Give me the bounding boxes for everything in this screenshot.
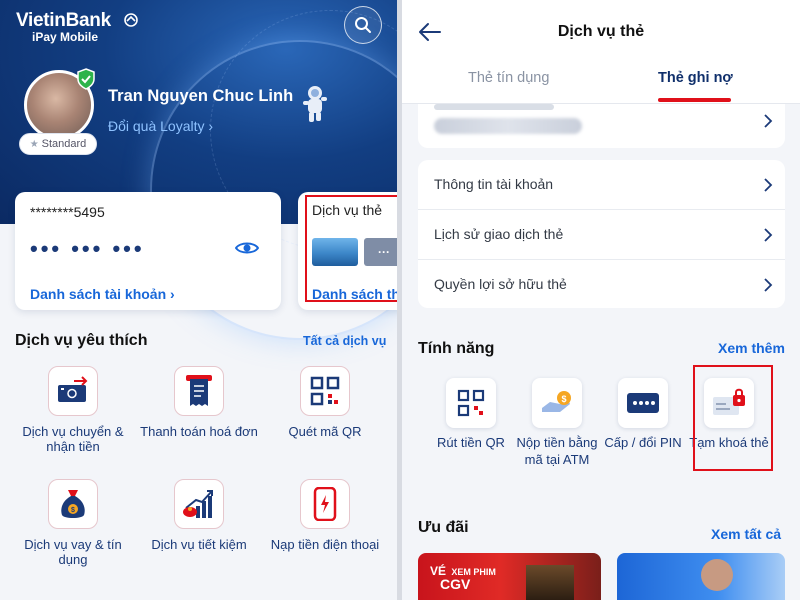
home-hero-banner: VietinBank iPay Mobile ★ Standard Tran N…: [0, 0, 397, 340]
menu-item-label: Thông tin tài khoản: [434, 176, 554, 192]
features-more-link[interactable]: Xem thêm: [718, 340, 785, 356]
all-services-link[interactable]: Tất cả dịch vụ: [303, 334, 386, 348]
chevron-right-icon: [764, 178, 773, 192]
feature-pin[interactable]: Cấp / đổi PIN: [600, 378, 686, 451]
card-service-screen: Dịch vụ thẻ Thẻ tín dụng Thẻ ghi nợ Thôn…: [402, 0, 800, 600]
transfer-money-icon: [48, 366, 98, 416]
brand-logo: VietinBank iPay Mobile: [16, 10, 138, 44]
feature-qr-withdraw[interactable]: Rút tiền QR: [428, 378, 514, 451]
favorites-title: Dịch vụ yêu thích: [15, 332, 148, 349]
promo-cgv-text: VÉ XEM PHIM CGV: [430, 565, 496, 591]
menu-item-label: Quyền lợi sở hữu thẻ: [434, 276, 567, 292]
favorite-item-topup[interactable]: Nạp tiền điện thoại: [260, 479, 390, 552]
qr-scan-icon: [300, 366, 350, 416]
tier-badge-label: Standard: [41, 138, 87, 150]
account-list-link[interactable]: Danh sách tài khoản ›: [30, 286, 175, 302]
verified-shield-icon: [77, 68, 95, 90]
favorite-item-label: Dịch vụ chuyển & nhận tiền: [22, 424, 124, 454]
movie-poster-image: [526, 565, 574, 600]
chevron-right-icon: [764, 114, 773, 128]
highlight-box-card-service: [305, 195, 397, 302]
favorite-item-label: Quét mã QR: [288, 424, 362, 439]
loyalty-link[interactable]: Đổi quà Loyalty ›: [108, 118, 213, 134]
loan-bag-icon: $: [48, 479, 98, 529]
favorite-item-label: Nạp tiền điện thoại: [270, 537, 380, 552]
phone-topup-icon: [300, 479, 350, 529]
menu-item-transaction-history[interactable]: Lịch sử giao dịch thẻ: [418, 210, 785, 260]
account-card[interactable]: ********5495 ••• ••• ••• Danh sách tài k…: [15, 192, 281, 310]
offers-title: Ưu đãi: [418, 519, 469, 536]
tab-debit-card[interactable]: Thẻ ghi nợ: [658, 70, 733, 86]
qr-withdraw-icon: [446, 378, 496, 428]
menu-item-card-benefits[interactable]: Quyền lợi sở hữu thẻ: [418, 260, 785, 310]
feature-label: Rút tiền QR: [437, 435, 505, 450]
eye-icon[interactable]: [235, 240, 259, 256]
promo-cgv-brand: CGV: [440, 576, 471, 592]
tier-badge[interactable]: ★ Standard: [19, 133, 97, 155]
feature-label: Nộp tiền bằng mã tại ATM: [516, 435, 598, 467]
astronaut-icon: [303, 86, 327, 122]
top-app-bar: Dịch vụ thẻ Thẻ tín dụng Thẻ ghi nợ: [402, 0, 800, 104]
savings-growth-icon: [174, 479, 224, 529]
favorite-item-loan[interactable]: $ Dịch vụ vay & tín dụng: [8, 479, 138, 567]
search-button[interactable]: [344, 6, 382, 44]
chevron-right-icon: [764, 278, 773, 292]
brand-name: VietinBank: [16, 10, 111, 31]
offers-all-link[interactable]: Xem tất cả: [711, 526, 781, 542]
menu-item-account-info[interactable]: Thông tin tài khoản: [418, 160, 785, 210]
favorite-item-transfer[interactable]: Dịch vụ chuyển & nhận tiền: [8, 366, 138, 454]
favorite-item-savings[interactable]: Dịch vụ tiết kiệm: [134, 479, 264, 552]
features-title: Tính năng: [418, 340, 495, 357]
card-info-menu: Thông tin tài khoản Lịch sử giao dịch th…: [418, 160, 785, 308]
favorite-item-bill[interactable]: Thanh toán hoá đơn: [134, 366, 264, 439]
promo-person-image: [701, 559, 733, 591]
hidden-balance: ••• ••• •••: [30, 236, 145, 261]
favorite-item-label: Dịch vụ vay & tín dụng: [24, 537, 122, 567]
favorite-item-label: Dịch vụ tiết kiệm: [151, 537, 247, 552]
promo-banner-second[interactable]: [617, 553, 785, 600]
star-icon: ★: [29, 138, 39, 150]
pin-code-icon: [618, 378, 668, 428]
menu-item-label: Lịch sử giao dịch thẻ: [434, 226, 564, 242]
feature-atm-deposit[interactable]: $ Nộp tiền bằng mã tại ATM: [514, 378, 600, 468]
vietinbank-emblem-icon: [124, 13, 138, 27]
chevron-right-icon: [764, 228, 773, 242]
favorite-item-qr[interactable]: Quét mã QR: [260, 366, 390, 439]
active-tab-indicator: [658, 98, 731, 102]
account-number: ********5495: [30, 204, 105, 220]
home-screen: VietinBank iPay Mobile ★ Standard Tran N…: [0, 0, 397, 600]
bill-payment-icon: [174, 366, 224, 416]
tab-credit-card[interactable]: Thẻ tín dụng: [468, 70, 549, 86]
search-icon: [355, 17, 371, 33]
promo-banner-cgv[interactable]: VÉ XEM PHIM CGV: [418, 553, 601, 600]
blurred-card-number: [434, 118, 582, 134]
svg-text:$: $: [561, 394, 566, 404]
card-number-row[interactable]: [418, 104, 785, 148]
blurred-card-label: [434, 104, 554, 110]
feature-label: Cấp / đổi PIN: [604, 435, 682, 450]
brand-subtitle: iPay Mobile: [32, 30, 99, 44]
user-name: Tran Nguyen Chuc Linh: [108, 87, 294, 105]
favorite-item-label: Thanh toán hoá đơn: [140, 424, 258, 439]
atm-deposit-icon: $: [532, 378, 582, 428]
highlight-box-lock-card: [693, 365, 773, 471]
page-title: Dịch vụ thẻ: [557, 23, 645, 40]
screen: VietinBank iPay Mobile ★ Standard Tran N…: [0, 0, 800, 600]
svg-text:$: $: [71, 507, 75, 514]
